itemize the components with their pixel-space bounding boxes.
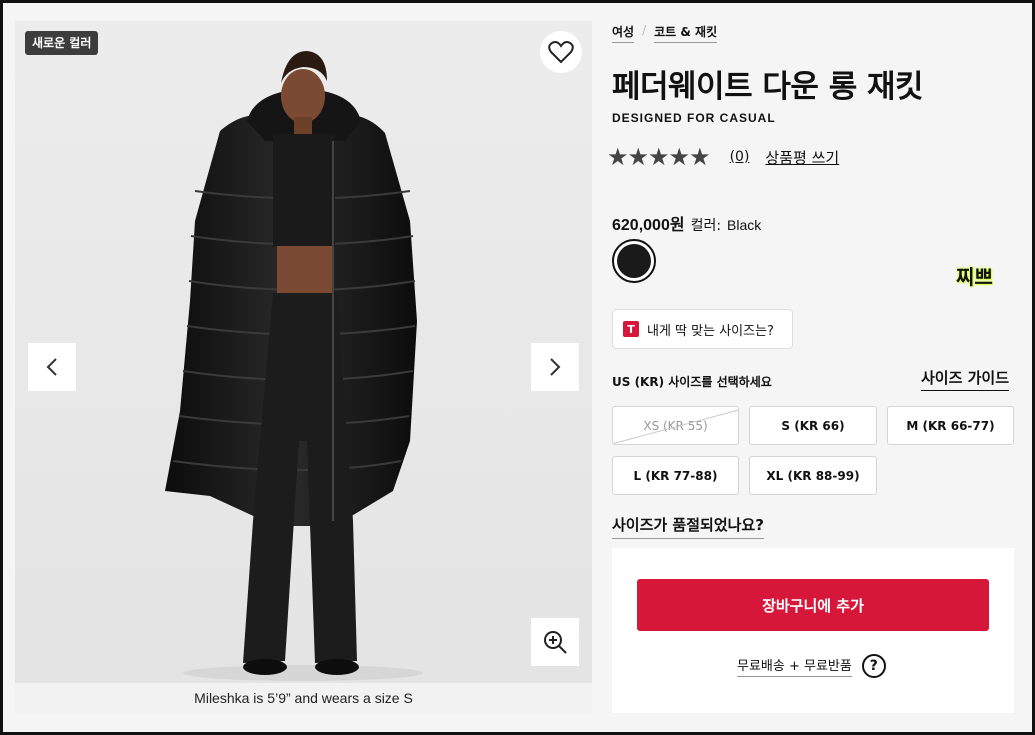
size-option-xs[interactable]: XS (KR 55) <box>612 406 739 445</box>
next-image-button[interactable] <box>531 343 579 391</box>
fit-finder-label: 내게 딱 맞는 사이즈는? <box>647 323 774 339</box>
size-guide-link[interactable]: 사이즈 가이드 <box>921 367 1010 391</box>
size-option-xl[interactable]: XL (KR 88-99) <box>749 456 877 495</box>
chevron-left-icon <box>46 358 57 376</box>
breadcrumb-separator: / <box>642 23 647 37</box>
size-option-m[interactable]: M (KR 66-77) <box>887 406 1014 445</box>
shipping-info: 무료배송 + 무료반품 ? <box>737 654 886 678</box>
breadcrumb-women[interactable]: 여성 <box>612 23 635 43</box>
rating-row: ★★★★★ (0) 상품평 쓰기 <box>607 143 839 171</box>
sold-out-strike <box>613 407 738 444</box>
shipping-link[interactable]: 무료배송 + 무료반품 <box>737 655 852 677</box>
size-option-s[interactable]: S (KR 66) <box>749 406 877 445</box>
price-row: 620,000원 컬러: Black <box>612 211 761 235</box>
size-label: M (KR 66-77) <box>906 418 995 433</box>
fit-finder-logo-icon: T <box>623 321 639 337</box>
heart-icon <box>548 41 574 64</box>
image-caption: Mileshka is 5’9” and wears a size S <box>15 683 592 713</box>
product-subtitle: DESIGNED FOR CASUAL <box>612 111 776 125</box>
star-rating-icon: ★★★★★ <box>607 143 711 171</box>
new-color-badge: 새로운 컬러 <box>25 31 99 55</box>
wishlist-button[interactable] <box>540 31 582 73</box>
zoom-in-icon <box>544 631 567 654</box>
sticker-text: 찌쁘 <box>956 265 993 289</box>
model-image <box>165 51 423 681</box>
chevron-right-icon <box>550 358 561 376</box>
swatch-dot <box>617 244 651 278</box>
page-frame: 새로운 컬러 Mileshka is 5’9” and wears a size… <box>0 0 1035 735</box>
size-option-l[interactable]: L (KR 77-88) <box>612 456 739 495</box>
size-label: XL (KR 88-99) <box>766 468 860 483</box>
size-label: S (KR 66) <box>781 418 845 433</box>
product-title: 페더웨이트 다운 롱 재킷 <box>612 69 924 105</box>
add-to-cart-button[interactable]: 장바구니에 추가 <box>637 579 989 631</box>
breadcrumb: 여성 / 코트 & 재킷 <box>612 23 718 43</box>
color-label: 컬러: <box>690 218 722 234</box>
prev-image-button[interactable] <box>28 343 76 391</box>
zoom-button[interactable] <box>531 618 579 666</box>
product-price: 620,000원 <box>612 217 685 234</box>
product-photo[interactable] <box>15 21 592 683</box>
write-review-link[interactable]: 상품평 쓰기 <box>765 147 839 168</box>
size-label: L (KR 77-88) <box>633 468 718 483</box>
size-prompt: US (KR) 사이즈를 선택하세요 <box>612 375 772 389</box>
fit-finder-button[interactable]: T 내게 딱 맞는 사이즈는? <box>612 309 793 349</box>
help-icon[interactable]: ? <box>861 654 886 678</box>
review-count-link[interactable]: (0) <box>730 149 750 165</box>
color-value: Black <box>727 217 762 233</box>
product-gallery: 새로운 컬러 Mileshka is 5’9” and wears a size… <box>15 21 592 713</box>
sold-out-question-link[interactable]: 사이즈가 품절되었나요? <box>612 514 764 539</box>
breadcrumb-coats-jackets[interactable]: 코트 & 재킷 <box>654 23 718 43</box>
color-swatch-black[interactable] <box>612 239 656 283</box>
cart-panel: 장바구니에 추가 무료배송 + 무료반품 ? <box>612 548 1014 713</box>
